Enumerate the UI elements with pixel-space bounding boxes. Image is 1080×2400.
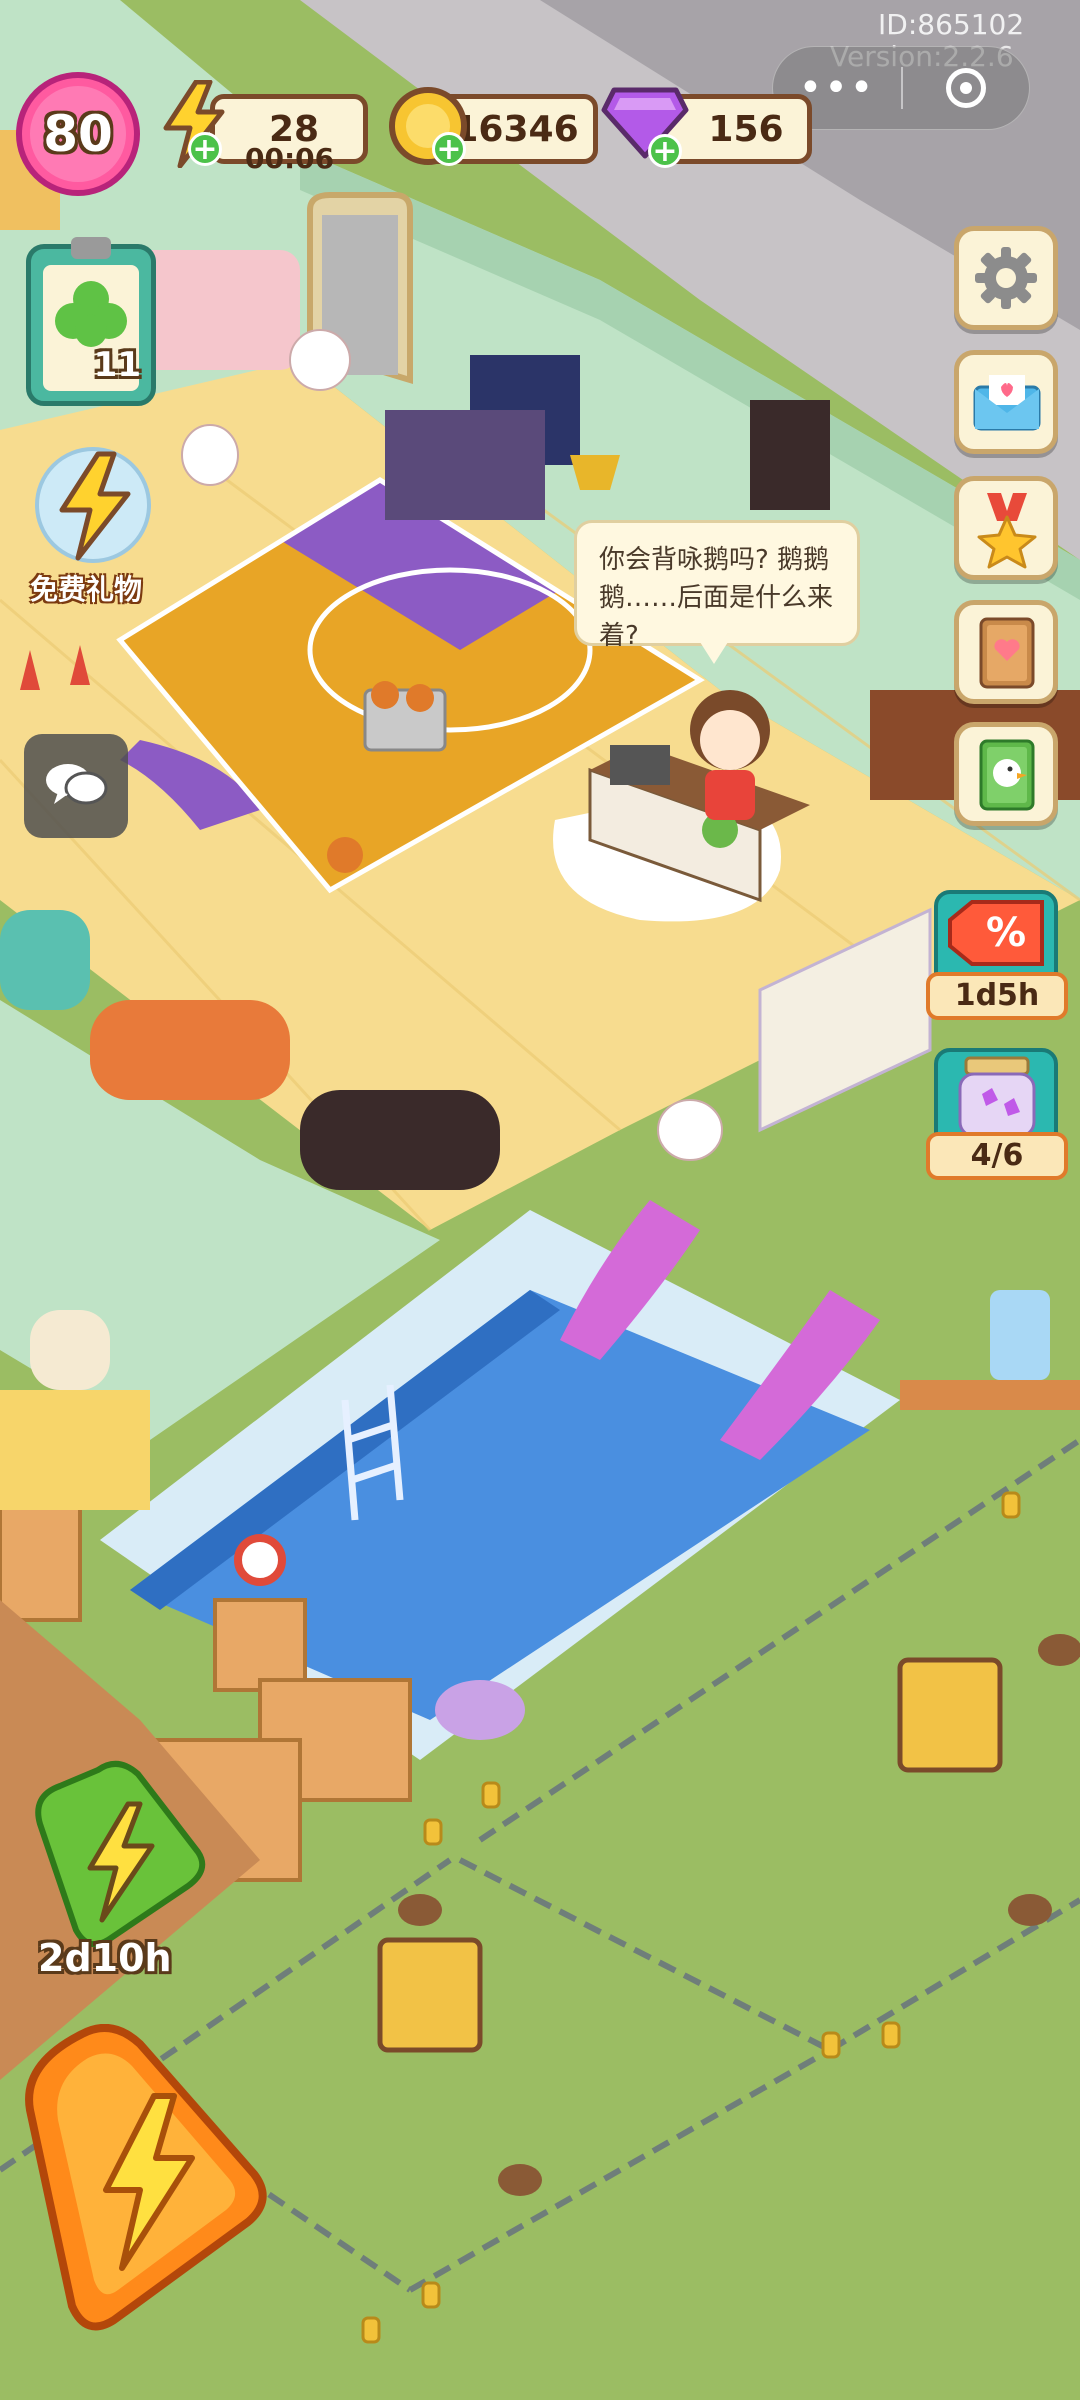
medal-star-icon [977,493,1037,569]
orange-lightning-icon [25,2024,267,2331]
account-id: ID:865102 [878,8,1025,41]
duck-book-icon [979,739,1035,811]
settings-button[interactable] [954,226,1058,330]
gem-value: 156 [708,108,784,150]
coin-value: 16346 [453,108,579,150]
discount-timer: 1d5h [954,978,1040,1013]
envelope-icon [973,375,1041,431]
chat-bubble-icon [46,764,108,805]
book-icon [979,617,1035,689]
jar-progress: 4/6 [970,1138,1024,1173]
add-gems-button[interactable]: + [648,134,682,168]
candy-jar-icon [958,1056,1036,1138]
energy-action-button[interactable] [22,2024,268,2334]
collection-book-button[interactable] [954,600,1058,704]
level-value: 80 [43,105,113,163]
percent-tag-icon: % [948,900,1044,966]
chat-button[interactable] [24,734,128,838]
mail-button[interactable] [954,350,1058,454]
add-coins-button[interactable]: + [432,132,466,166]
task-clipboard-button[interactable]: 11 [26,237,156,406]
discount-offer-button[interactable]: % 1d5h [926,886,1068,1022]
speech-text: 你会背咏鹅吗? 鹅鹅鹅……后面是什么来着? [599,545,834,651]
lightning-gift-icon [35,447,151,563]
boost-timer: 2d10h [38,1936,172,1980]
target-circle-icon [946,68,986,108]
level-badge[interactable]: 80 [16,72,140,196]
green-lightning-shield-icon [35,1761,206,1948]
gear-icon [975,247,1037,309]
add-energy-button[interactable]: + [188,132,222,166]
energy-boost-offer-button[interactable]: 2d10h [28,1760,208,1990]
achievements-button[interactable] [954,476,1058,580]
duck-album-button[interactable] [954,722,1058,826]
svg-text:%: % [986,910,1026,956]
free-gift-label: 免费礼物 [30,573,143,606]
energy-timer: 00:06 [245,142,335,175]
npc-speech-bubble: 你会背咏鹅吗? 鹅鹅鹅……后面是什么来着? [574,520,860,651]
clipboard-clip-icon [71,237,111,259]
gift-jar-button[interactable]: 4/6 [926,1046,1068,1180]
free-gift-button[interactable]: 免费礼物 [8,440,178,610]
clipboard-count: 11 [93,345,141,385]
close-miniprogram-button[interactable] [903,47,1029,129]
